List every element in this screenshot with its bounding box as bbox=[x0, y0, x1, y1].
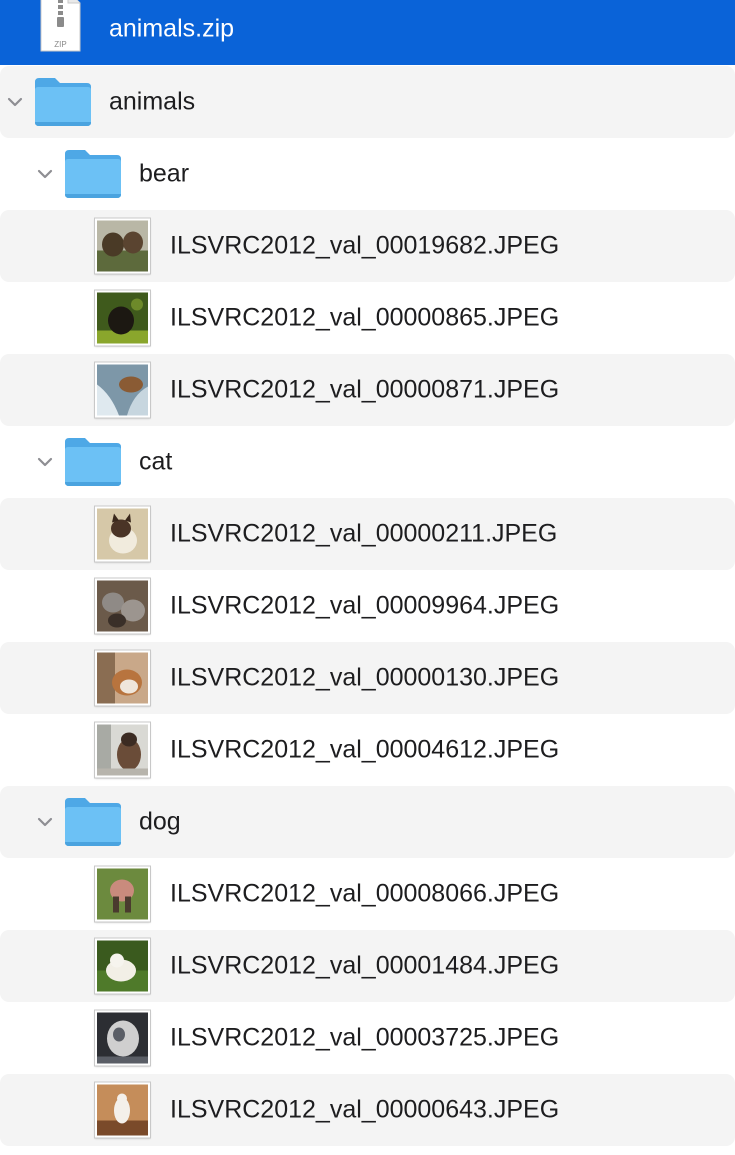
zip-badge: ZIP bbox=[54, 40, 66, 49]
folder-icon bbox=[65, 798, 121, 846]
folder-icon bbox=[65, 150, 121, 198]
chevron-down-icon[interactable] bbox=[4, 91, 26, 113]
file-row[interactable]: ILSVRC2012_val_00009964.JPEG bbox=[0, 570, 735, 642]
zip-file-icon: ZIP bbox=[40, 0, 81, 52]
file-name: ILSVRC2012_val_00000211.JPEG bbox=[170, 519, 558, 548]
folder-row-root[interactable]: animals bbox=[0, 66, 735, 138]
image-thumbnail bbox=[95, 218, 150, 274]
image-thumbnail bbox=[95, 1082, 150, 1138]
file-name: ILSVRC2012_val_00008066.JPEG bbox=[170, 879, 560, 908]
folder-row-dog[interactable]: dog bbox=[0, 786, 735, 858]
image-thumbnail bbox=[95, 650, 150, 706]
file-row[interactable]: ILSVRC2012_val_00000211.JPEG bbox=[0, 498, 735, 570]
folder-icon bbox=[35, 78, 91, 126]
file-list: ZIP animals.zip animals bear ILSVRC2012_… bbox=[0, 0, 735, 1155]
file-row[interactable]: ILSVRC2012_val_00019682.JPEG bbox=[0, 210, 735, 282]
folder-name: bear bbox=[139, 159, 190, 188]
folder-row-cat[interactable]: cat bbox=[0, 426, 735, 498]
image-thumbnail bbox=[95, 1010, 150, 1066]
image-thumbnail bbox=[95, 938, 150, 994]
file-name: ILSVRC2012_val_00000865.JPEG bbox=[170, 303, 560, 332]
file-name: ILSVRC2012_val_00000643.JPEG bbox=[170, 1095, 560, 1124]
file-name: ILSVRC2012_val_00001484.JPEG bbox=[170, 951, 560, 980]
file-row[interactable]: ILSVRC2012_val_00004612.JPEG bbox=[0, 714, 735, 786]
archive-name: animals.zip bbox=[109, 14, 235, 43]
file-name: ILSVRC2012_val_00000130.JPEG bbox=[170, 663, 560, 692]
image-thumbnail bbox=[95, 866, 150, 922]
image-thumbnail bbox=[95, 722, 150, 778]
file-name: ILSVRC2012_val_00000871.JPEG bbox=[170, 375, 560, 404]
file-name: ILSVRC2012_val_00004612.JPEG bbox=[170, 735, 560, 764]
folder-icon bbox=[65, 438, 121, 486]
file-row[interactable]: ILSVRC2012_val_00003725.JPEG bbox=[0, 1002, 735, 1074]
folder-name: cat bbox=[139, 447, 173, 476]
archive-row[interactable]: ZIP animals.zip bbox=[0, 0, 735, 65]
chevron-down-icon[interactable] bbox=[34, 811, 56, 833]
file-name: ILSVRC2012_val_00009964.JPEG bbox=[170, 591, 560, 620]
file-row[interactable]: ILSVRC2012_val_00001484.JPEG bbox=[0, 930, 735, 1002]
file-row[interactable]: ILSVRC2012_val_00008066.JPEG bbox=[0, 858, 735, 930]
chevron-down-icon[interactable] bbox=[34, 451, 56, 473]
image-thumbnail bbox=[95, 290, 150, 346]
image-thumbnail bbox=[95, 506, 150, 562]
folder-row-bear[interactable]: bear bbox=[0, 138, 735, 210]
chevron-down-icon[interactable] bbox=[34, 163, 56, 185]
folder-name: animals bbox=[109, 87, 196, 116]
file-row[interactable]: ILSVRC2012_val_00000130.JPEG bbox=[0, 642, 735, 714]
image-thumbnail bbox=[95, 578, 150, 634]
file-row[interactable]: ILSVRC2012_val_00000871.JPEG bbox=[0, 354, 735, 426]
file-row[interactable]: ILSVRC2012_val_00000643.JPEG bbox=[0, 1074, 735, 1146]
file-row[interactable]: ILSVRC2012_val_00000865.JPEG bbox=[0, 282, 735, 354]
file-name: ILSVRC2012_val_00003725.JPEG bbox=[170, 1023, 560, 1052]
folder-name: dog bbox=[139, 807, 181, 836]
image-thumbnail bbox=[95, 362, 150, 418]
file-name: ILSVRC2012_val_00019682.JPEG bbox=[170, 231, 560, 260]
